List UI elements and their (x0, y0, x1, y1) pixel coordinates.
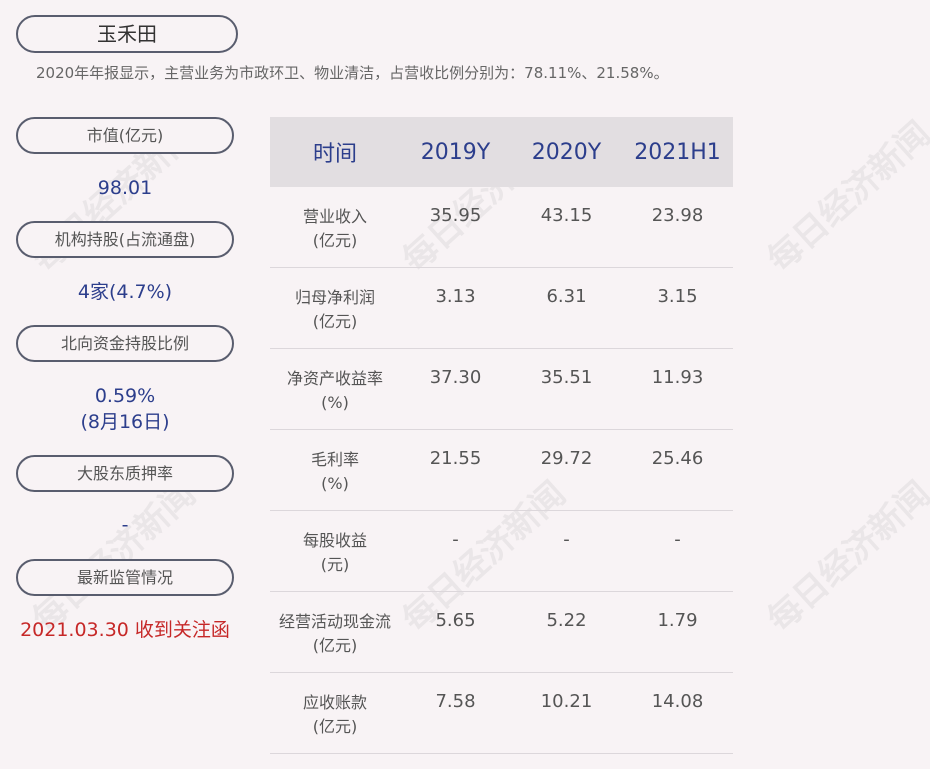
value-cell: 7.58 (435, 691, 476, 712)
metric-unit: (亿元) (312, 231, 358, 250)
value-cell: - (674, 529, 681, 550)
table-row: 经营活动现金流 (亿元) 5.65 5.22 1.79 (270, 592, 733, 673)
value-cell: 10.21 (540, 691, 593, 712)
value-cell: 14.08 (651, 691, 704, 712)
metric-name: 归母净利润 (294, 288, 375, 307)
company-name: 玉禾田 (16, 15, 238, 53)
table-row: 毛利率 (%) 21.55 29.72 25.46 (270, 430, 733, 511)
header-2021h1: 2021H1 (634, 139, 721, 165)
value-cell: 29.72 (540, 448, 593, 469)
value-cell: 5.22 (546, 610, 587, 631)
table-row: 每股收益 (元) - - - (270, 511, 733, 592)
institution-holding-value: 4家(4.7%) (77, 281, 173, 303)
metric-cell: 毛利率 (%) (270, 430, 400, 510)
header-2019: 2019Y (420, 139, 491, 165)
northbound-value: 0.59% (94, 385, 156, 407)
value-cell: 11.93 (651, 367, 704, 388)
watermark: 每日经济新闻 (25, 473, 204, 641)
table-header: 时间 2019Y 2020Y 2021H1 (270, 117, 733, 187)
pledge-value: - (121, 514, 129, 536)
value-cell: 3.15 (657, 286, 698, 307)
value-cell: 25.46 (651, 448, 704, 469)
market-cap-value: 98.01 (97, 177, 153, 199)
value-cell: 6.31 (546, 286, 587, 307)
pledge-label: 大股东质押率 (16, 455, 234, 492)
regulation-label: 最新监管情况 (16, 559, 234, 596)
metric-cell: 归母净利润 (亿元) (270, 268, 400, 348)
metric-unit: (%) (321, 474, 349, 493)
metric-name: 毛利率 (310, 450, 359, 469)
metric-cell: 营业收入 (亿元) (270, 187, 400, 267)
regulation-value: 2021.03.30 收到关注函 (20, 619, 230, 641)
table-row: 净资产收益率 (%) 37.30 35.51 11.93 (270, 349, 733, 430)
northbound-label: 北向资金持股比例 (16, 325, 234, 362)
business-summary: 2020年年报显示，主营业务为市政环卫、物业清洁，占营收比例分别为：78.11%… (36, 64, 669, 82)
value-cell: 23.98 (651, 205, 704, 226)
value-cell: 3.13 (435, 286, 476, 307)
header-2020: 2020Y (531, 139, 602, 165)
institution-holding-label: 机构持股(占流通盘) (16, 221, 234, 258)
value-cell: 37.30 (429, 367, 482, 388)
metric-unit: (亿元) (312, 717, 358, 736)
metric-cell: 经营活动现金流 (亿元) (270, 592, 400, 672)
value-cell: 1.79 (657, 610, 698, 631)
metric-unit: (元) (320, 555, 350, 574)
metric-name: 营业收入 (302, 207, 367, 226)
metric-unit: (亿元) (312, 312, 358, 331)
metric-cell: 应收账款 (亿元) (270, 673, 400, 753)
metric-name: 应收账款 (302, 693, 367, 712)
value-cell: - (563, 529, 570, 550)
northbound-date: (8月16日) (80, 411, 170, 433)
market-cap-label: 市值(亿元) (16, 117, 234, 154)
watermark: 每日经济新闻 (760, 473, 930, 641)
table-row: 营业收入 (亿元) 35.95 43.15 23.98 (270, 187, 733, 268)
table-row: 归母净利润 (亿元) 3.13 6.31 3.15 (270, 268, 733, 349)
table-row: 应收账款 (亿元) 7.58 10.21 14.08 (270, 673, 733, 754)
watermark: 每日经济新闻 (760, 113, 930, 281)
value-cell: 43.15 (540, 205, 593, 226)
value-cell: - (452, 529, 459, 550)
header-time: 时间 (312, 142, 357, 167)
value-cell: 35.95 (429, 205, 482, 226)
metric-cell: 每股收益 (元) (270, 511, 400, 591)
metric-cell: 净资产收益率 (%) (270, 349, 400, 429)
metric-name: 净资产收益率 (286, 369, 383, 388)
value-cell: 35.51 (540, 367, 593, 388)
metric-name: 经营活动现金流 (278, 612, 391, 631)
metric-name: 每股收益 (302, 531, 367, 550)
metric-unit: (%) (321, 393, 349, 412)
financial-table: 时间 2019Y 2020Y 2021H1 营业收入 (亿元) 35.95 43.… (270, 117, 733, 754)
metric-unit: (亿元) (312, 636, 358, 655)
value-cell: 5.65 (435, 610, 476, 631)
value-cell: 21.55 (429, 448, 482, 469)
